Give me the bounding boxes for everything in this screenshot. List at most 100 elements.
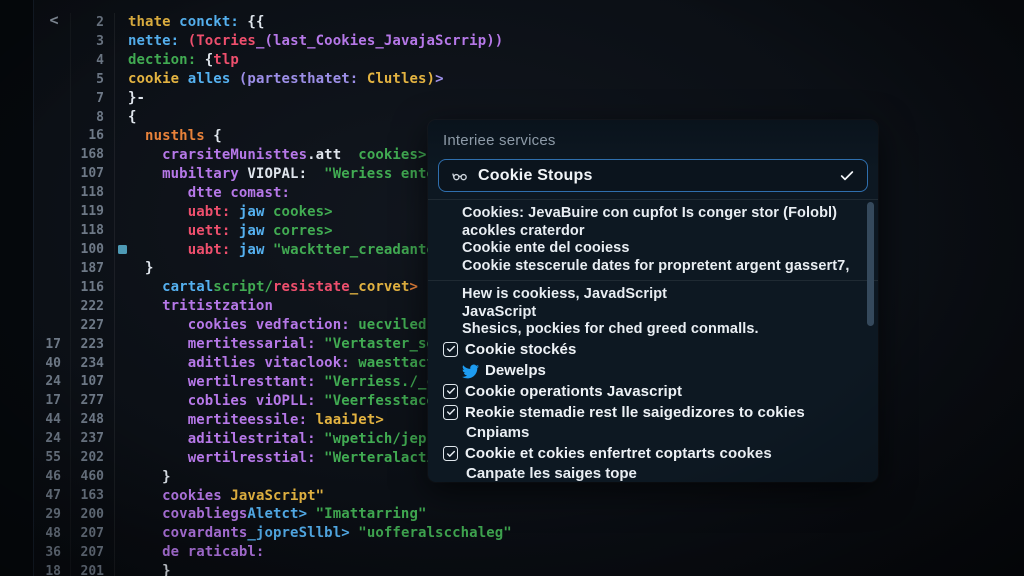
line-number: 119 (70, 202, 115, 221)
service-item[interactable]: Canpate les saiges tope (428, 464, 878, 482)
code-text: aditlies vitaclook: waesttact- (128, 355, 444, 371)
checkbox-check-icon[interactable] (443, 384, 458, 399)
code-text: dection: {tlp (128, 52, 239, 68)
line-number: 168 (70, 145, 115, 164)
code-text: { (128, 109, 137, 125)
code-text: covabliegsAletct> "Imattarring" (128, 506, 427, 522)
line-number: 3 (70, 32, 115, 51)
popup-scrollbar-thumb[interactable] (867, 202, 874, 326)
service-item-checked[interactable]: Reokie stemadie rest lle saigedizores to… (428, 402, 878, 423)
service-item[interactable]: Cookie stescerule dates for propretent a… (428, 258, 878, 276)
code-text: nusthls { (128, 128, 222, 144)
service-item-checked[interactable]: Cookie stockés (428, 339, 878, 360)
code-line[interactable]: 29200 covabliegsAletct> "Imattarring" (0, 505, 1024, 524)
line-number: 118 (70, 221, 115, 240)
code-line[interactable]: 4 dection: {tlp (0, 51, 1024, 70)
service-item-label: Cookie stockés (465, 341, 576, 358)
service-search-box[interactable] (438, 159, 868, 192)
code-text: uett: jaw corres> (128, 223, 333, 239)
popup-title: Interiee services (428, 120, 878, 157)
line-number-secondary: 24 (34, 431, 70, 446)
code-text: mertiteessile: laaiJet> (128, 412, 384, 428)
service-item-checked[interactable]: Cookie et cokies enfertret coptarts cook… (428, 443, 878, 464)
line-number-secondary: 17 (34, 337, 70, 352)
line-number-secondary: 17 (34, 393, 70, 408)
line-number: 277 (70, 391, 115, 410)
line-number-secondary: 18 (34, 564, 70, 576)
service-item-checked[interactable]: Cookie operationts Javascript (428, 381, 878, 402)
line-number-secondary: 40 (34, 356, 70, 371)
line-number: 2 (70, 13, 115, 32)
line-number-secondary: 47 (34, 488, 70, 503)
code-text: cookie alles (partesthatet: Clutles)> (128, 71, 444, 87)
line-number-secondary: 48 (34, 526, 70, 541)
breakpoint-square-icon[interactable] (118, 245, 127, 254)
code-text: }- (128, 90, 145, 106)
line-number: 248 (70, 410, 115, 429)
checkbox-check-icon[interactable] (443, 405, 458, 420)
line-number: 100 (70, 240, 115, 259)
service-item[interactable]: Cookie ente del cooiess (428, 240, 878, 258)
line-number: 201 (70, 562, 115, 576)
service-item[interactable]: Cnpiams (428, 423, 878, 444)
service-item[interactable]: acokles craterdor (428, 223, 878, 241)
line-number: 223 (70, 335, 115, 354)
line-number: 118 (70, 183, 115, 202)
service-item-twitter[interactable]: Dewelps (428, 360, 878, 381)
line-number-secondary: 44 (34, 412, 70, 427)
line-number: 7 (70, 89, 115, 108)
service-item-label: Reokie stemadie rest lle saigedizores to… (465, 404, 805, 421)
code-text: } (128, 260, 154, 276)
service-item[interactable]: Cookies: JevaBuire con cupfot Is conger … (428, 205, 878, 223)
check-icon (839, 168, 855, 184)
line-number: 202 (70, 448, 115, 467)
line-number-secondary: 55 (34, 450, 70, 465)
code-text: crarsiteMunisttes.att cookies> (128, 147, 427, 163)
service-item[interactable]: Hew is cookiess, JavadScript (428, 286, 878, 304)
line-number: 227 (70, 316, 115, 335)
code-text: cookies vedfaction: uecviled" (128, 317, 435, 333)
code-text: tritistzation (128, 298, 273, 314)
search-input[interactable] (478, 167, 839, 185)
code-line[interactable]: 7 }- (0, 89, 1024, 108)
code-text: } (128, 563, 171, 576)
code-text: mertitessarial: "Vertaster_setfrec (128, 336, 478, 352)
service-item[interactable]: Shesics, pockies for ched greed conmalls… (428, 321, 878, 339)
code-line[interactable]: 36207 de raticabl: (0, 543, 1024, 562)
line-number-secondary: 24 (34, 374, 70, 389)
code-text: coblies viOPLL: "Veerfesstace_adta (128, 393, 478, 409)
line-number-secondary: 29 (34, 507, 70, 522)
code-text: de raticabl: (128, 544, 264, 560)
line-number: 207 (70, 524, 115, 543)
line-number: 16 (70, 127, 115, 146)
twitter-bird-icon (462, 363, 479, 378)
code-line[interactable]: 18201 } (0, 562, 1024, 576)
code-text: thate conckt: {{ (128, 14, 264, 30)
service-list: Cookies: JevaBuire con cupfot Is conger … (428, 199, 878, 482)
checkbox-check-icon[interactable] (443, 446, 458, 461)
code-line[interactable]: 2 thate conckt: {{ (0, 13, 1024, 32)
line-number: 237 (70, 429, 115, 448)
line-number-secondary: 46 (34, 469, 70, 484)
line-number-secondary: 36 (34, 545, 70, 560)
code-text: mubiltary VIOPAL: "Weriess entergar (128, 166, 469, 182)
line-number: 187 (70, 259, 115, 278)
line-number: 4 (70, 51, 115, 70)
code-line[interactable]: 3nette: (Tocries_(last_Cookies_JavajaScr… (0, 32, 1024, 51)
service-item-label: Cookie et cokies enfertret coptarts cook… (465, 445, 772, 462)
interfee-services-popup: Interiee services Cookies: JevaBuire con… (428, 120, 878, 482)
line-number: 222 (70, 297, 115, 316)
code-line[interactable]: 47163 cookies JavaScript" (0, 486, 1024, 505)
line-number: 200 (70, 505, 115, 524)
code-text: dtte comast: (128, 185, 290, 201)
line-number: 107 (70, 164, 115, 183)
line-number: 460 (70, 467, 115, 486)
line-number: 116 (70, 278, 115, 297)
code-line[interactable]: 48207 covardants_jopreSllbl> "uofferalsc… (0, 524, 1024, 543)
checkbox-check-icon[interactable] (443, 342, 458, 357)
code-line[interactable]: 5 cookie alles (partesthatet: Clutles)> (0, 70, 1024, 89)
service-item-label: Dewelps (485, 362, 546, 379)
line-number: 207 (70, 543, 115, 562)
line-number: 5 (70, 70, 115, 89)
service-item[interactable]: JavaScript (428, 304, 878, 322)
